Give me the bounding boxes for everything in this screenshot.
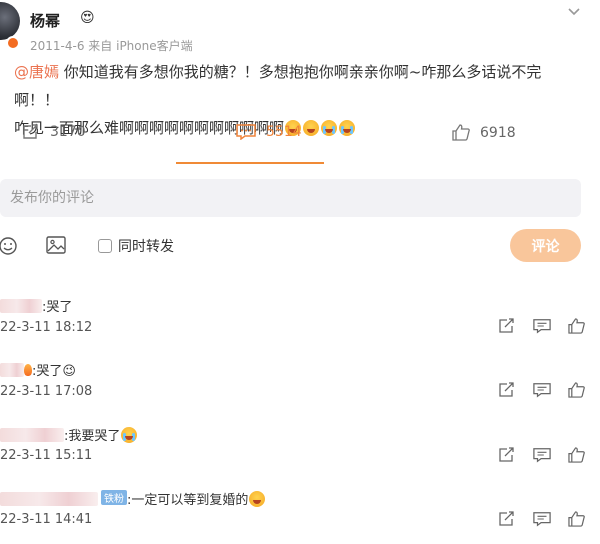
thumbs-up-icon[interactable] <box>568 511 585 527</box>
comment-icon[interactable] <box>533 382 551 398</box>
comment-time: 22-3-11 14:41 <box>0 512 93 527</box>
author-emoji: 😍 <box>80 10 95 26</box>
repost-checkbox[interactable]: 同时转发 <box>98 236 174 256</box>
comment-text: :我要哭了 <box>64 429 121 444</box>
author-avatar[interactable] <box>0 2 20 40</box>
comment-time: 22-3-11 17:08 <box>0 384 93 399</box>
post-source: 来自 iPhone客户端 <box>88 39 193 53</box>
repost-icon[interactable] <box>498 511 516 527</box>
fan-badge: 铁粉 <box>101 490 127 505</box>
comment-icon <box>236 124 256 140</box>
thumbs-up-icon <box>452 124 470 141</box>
repost-icon <box>23 124 38 139</box>
like-button[interactable]: 6918 <box>452 124 516 141</box>
comment-text: :一定可以等到复婚的 <box>127 493 249 508</box>
checkbox-icon[interactable] <box>98 239 112 253</box>
sad-emoji-icon <box>249 491 266 507</box>
comment-input[interactable] <box>0 179 580 217</box>
comment-button[interactable]: 5514 <box>236 124 302 140</box>
blurred-username[interactable] <box>0 299 42 313</box>
blurred-username[interactable] <box>0 492 98 506</box>
comment-input-box[interactable] <box>0 179 581 217</box>
verified-badge-icon <box>6 36 20 50</box>
comment-text: :哭了 <box>42 300 73 315</box>
comment-actions <box>498 382 585 398</box>
post-meta: 2011-4-6 来自 iPhone客户端 <box>30 37 193 54</box>
author-name[interactable]: 杨幂 <box>30 10 60 31</box>
emoji-picker-icon[interactable] <box>0 236 18 256</box>
cry-emoji-icon <box>339 120 356 136</box>
cry-emoji-icon <box>321 120 338 136</box>
like-count: 6918 <box>480 124 516 141</box>
comment-text-line: :我要哭了 <box>0 425 138 444</box>
repost-icon[interactable] <box>498 382 516 398</box>
image-upload-icon[interactable] <box>46 236 66 254</box>
repost-checkbox-label: 同时转发 <box>118 239 174 255</box>
comment-icon[interactable] <box>533 318 551 334</box>
active-tab-indicator <box>176 162 324 164</box>
comment-count: 5514 <box>266 124 302 140</box>
blurred-username[interactable] <box>0 363 24 377</box>
blurred-username[interactable] <box>0 428 64 442</box>
comment-text: :哭了😉 <box>32 364 76 379</box>
comment-icon[interactable] <box>533 511 551 527</box>
repost-button[interactable]: 3170 <box>22 124 86 140</box>
comment-text-line: 铁粉:一定可以等到复婚的 <box>0 489 266 508</box>
submit-comment-button[interactable]: 评论 <box>510 229 581 262</box>
thumbs-up-icon[interactable] <box>568 318 585 334</box>
comment-actions <box>498 511 585 527</box>
repost-icon[interactable] <box>498 447 516 463</box>
comment-time: 22-3-11 15:11 <box>0 448 93 463</box>
comment-text-line: :哭了😉 <box>0 360 76 379</box>
cry-emoji-icon <box>121 427 138 443</box>
chevron-down-icon[interactable] <box>566 4 582 20</box>
thumbs-up-icon[interactable] <box>568 447 585 463</box>
repost-icon[interactable] <box>498 318 516 334</box>
fan-level-icon <box>24 364 32 376</box>
comment-icon[interactable] <box>533 447 551 463</box>
repost-count: 3170 <box>50 124 86 140</box>
post-date[interactable]: 2011-4-6 <box>30 39 84 53</box>
mention-link[interactable]: @唐嫣 <box>14 63 59 81</box>
scream-emoji-icon <box>303 120 320 136</box>
post-text-1: 你知道我有多想你我的糖？！多想抱抱你啊亲亲你啊~咋那么多话说不完啊！！ <box>14 63 542 109</box>
comment-text-line: :哭了 <box>0 296 72 315</box>
comment-actions <box>498 318 585 334</box>
thumbs-up-icon[interactable] <box>568 382 585 398</box>
comment-actions <box>498 447 585 463</box>
comment-time: 22-3-11 18:12 <box>0 320 93 335</box>
